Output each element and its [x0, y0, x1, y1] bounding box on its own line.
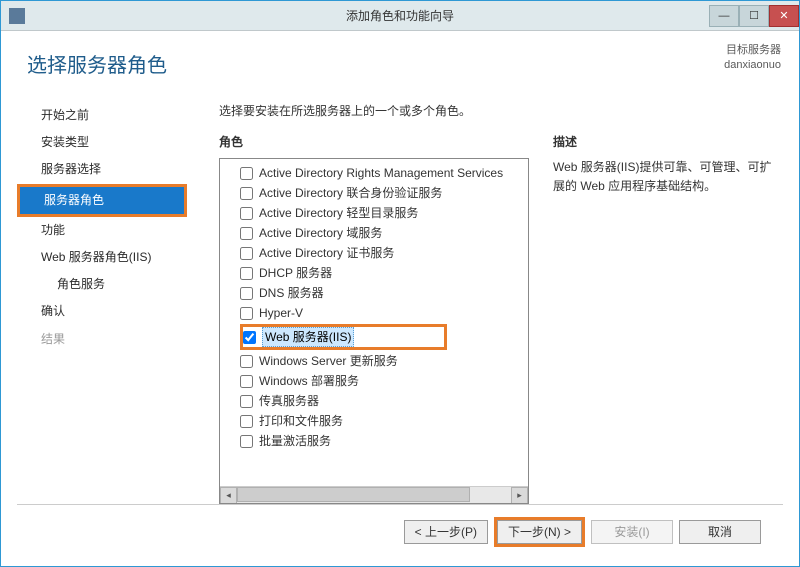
role-checkbox[interactable] [240, 207, 253, 220]
columns: 角色 Active Directory Rights Management Se… [219, 133, 783, 504]
role-checkbox[interactable] [240, 267, 253, 280]
role-item[interactable]: Active Directory 联合身份验证服务 [222, 183, 526, 203]
role-item[interactable]: 打印和文件服务 [222, 411, 526, 431]
scroll-left-button[interactable]: ◂ [220, 487, 237, 504]
role-item[interactable]: Windows Server 更新服务 [222, 351, 526, 371]
role-item[interactable]: 传真服务器 [222, 391, 526, 411]
main-panel: 选择要安装在所选服务器上的一个或多个角色。 角色 Active Director… [187, 102, 783, 504]
roles-scroll[interactable]: Active Directory Rights Management Servi… [220, 159, 528, 486]
role-item[interactable]: Active Directory 域服务 [222, 223, 526, 243]
role-item[interactable]: Active Directory 证书服务 [222, 243, 526, 263]
wizard-window: 添加角色和功能向导 — ☐ ✕ 选择服务器角色 目标服务器 danxiaonuo… [0, 0, 800, 567]
footer-buttons: < 上一步(P) 下一步(N) > 安装(I) 取消 [17, 504, 783, 558]
sidebar-item-web-server-iis[interactable]: Web 服务器角色(IIS) [17, 244, 187, 271]
target-server-name: danxiaonuo [724, 58, 781, 73]
minimize-button[interactable]: — [709, 5, 739, 27]
role-item[interactable]: DHCP 服务器 [222, 263, 526, 283]
header-row: 选择服务器角色 目标服务器 danxiaonuo [17, 43, 783, 78]
description-column: 描述 Web 服务器(IIS)提供可靠、可管理、可扩展的 Web 应用程序基础结… [553, 133, 783, 504]
role-item[interactable]: DNS 服务器 [222, 283, 526, 303]
role-checkbox[interactable] [240, 415, 253, 428]
sidebar-item-server-selection[interactable]: 服务器选择 [17, 156, 187, 183]
next-button[interactable]: 下一步(N) > [497, 520, 582, 544]
role-checkbox[interactable] [240, 355, 253, 368]
role-checkbox[interactable] [240, 435, 253, 448]
app-icon [9, 8, 25, 24]
cancel-button[interactable]: 取消 [679, 520, 761, 544]
content-area: 选择服务器角色 目标服务器 danxiaonuo 开始之前 安装类型 服务器选择… [1, 31, 799, 566]
role-checkbox[interactable] [240, 287, 253, 300]
horizontal-scrollbar[interactable]: ◂ ▸ [220, 486, 528, 503]
sidebar-item-role-services[interactable]: 角色服务 [17, 271, 187, 298]
sidebar-item-features[interactable]: 功能 [17, 217, 187, 244]
sidebar-highlight: 服务器角色 [17, 184, 187, 217]
sidebar-item-server-roles[interactable]: 服务器角色 [20, 187, 184, 214]
sidebar-item-before-begin[interactable]: 开始之前 [17, 102, 187, 129]
role-checkbox[interactable] [240, 227, 253, 240]
install-button: 安装(I) [591, 520, 673, 544]
role-checkbox[interactable] [240, 395, 253, 408]
role-item[interactable]: Active Directory 轻型目录服务 [222, 203, 526, 223]
previous-button[interactable]: < 上一步(P) [404, 520, 488, 544]
role-item[interactable]: Hyper-V [222, 303, 526, 323]
scroll-track[interactable] [237, 487, 511, 504]
scroll-thumb[interactable] [237, 487, 470, 502]
description-heading: 描述 [553, 133, 783, 150]
close-button[interactable]: ✕ [769, 5, 799, 27]
body-row: 开始之前 安装类型 服务器选择 服务器角色 功能 Web 服务器角色(IIS) … [17, 102, 783, 504]
target-server-box: 目标服务器 danxiaonuo [724, 43, 781, 74]
sidebar-item-install-type[interactable]: 安装类型 [17, 129, 187, 156]
next-button-highlight: 下一步(N) > [494, 517, 585, 547]
role-checkbox[interactable] [240, 167, 253, 180]
maximize-button[interactable]: ☐ [739, 5, 769, 27]
role-checkbox[interactable] [240, 307, 253, 320]
role-item[interactable]: 批量激活服务 [222, 431, 526, 451]
sidebar-item-confirmation[interactable]: 确认 [17, 298, 187, 325]
role-checkbox[interactable] [240, 375, 253, 388]
description-text: Web 服务器(IIS)提供可靠、可管理、可扩展的 Web 应用程序基础结构。 [553, 158, 783, 196]
page-title: 选择服务器角色 [27, 49, 167, 78]
window-title: 添加角色和功能向导 [346, 7, 454, 24]
role-checkbox[interactable] [240, 187, 253, 200]
roles-heading: 角色 [219, 133, 529, 150]
roles-column: 角色 Active Directory Rights Management Se… [219, 133, 529, 504]
role-highlight: Web 服务器(IIS) [240, 324, 447, 350]
titlebar: 添加角色和功能向导 — ☐ ✕ [1, 1, 799, 31]
instruction-text: 选择要安装在所选服务器上的一个或多个角色。 [219, 102, 783, 119]
scroll-right-button[interactable]: ▸ [511, 487, 528, 504]
role-checkbox[interactable] [243, 331, 256, 344]
role-checkbox[interactable] [240, 247, 253, 260]
wizard-sidebar: 开始之前 安装类型 服务器选择 服务器角色 功能 Web 服务器角色(IIS) … [17, 102, 187, 504]
roles-listbox: Active Directory Rights Management Servi… [219, 158, 529, 504]
target-server-label: 目标服务器 [724, 43, 781, 58]
sidebar-item-results: 结果 [17, 326, 187, 353]
role-item[interactable]: Active Directory Rights Management Servi… [222, 163, 526, 183]
window-controls: — ☐ ✕ [709, 5, 799, 27]
role-item[interactable]: Windows 部署服务 [222, 371, 526, 391]
role-item-web-server-iis[interactable]: Web 服务器(IIS) [222, 323, 526, 351]
